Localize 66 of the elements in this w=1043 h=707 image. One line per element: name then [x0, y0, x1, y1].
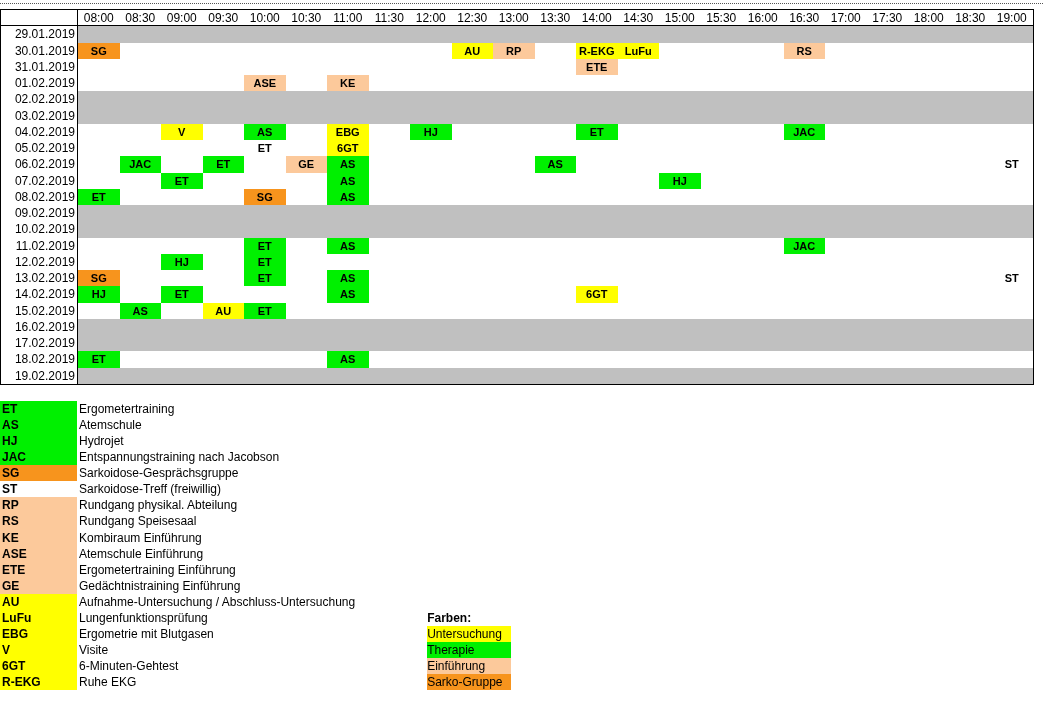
- legend-description: Rundgang Speisesaal: [79, 513, 198, 530]
- legend-description: Ergometrie mit Blutgasen: [79, 626, 215, 643]
- event-cell: AS: [327, 351, 369, 368]
- event-cell: HJ: [78, 286, 120, 303]
- date-cell: 31.01.2019: [1, 58, 78, 75]
- event-cell: 6GT: [327, 140, 369, 157]
- legend-code: V: [0, 642, 77, 659]
- legend-code: RS: [0, 513, 77, 530]
- date-cell: 01.02.2019: [1, 75, 78, 92]
- event-cell: ET: [161, 172, 203, 189]
- legend-description: Atemschule: [79, 416, 143, 433]
- event-cell: ET: [244, 302, 286, 319]
- color-key: Untersuchung: [427, 626, 512, 643]
- event-cell: ET: [202, 156, 244, 173]
- color-key: Therapie: [427, 642, 512, 659]
- legend-description: Aufnahme-Untersuchung / Abschluss-Untersuchung: [79, 593, 356, 610]
- event-cell: AS: [327, 270, 369, 287]
- event-cell: JAC: [119, 156, 161, 173]
- date-cell: 15.02.2019: [1, 302, 78, 319]
- legend-code: SG: [0, 465, 77, 482]
- date-cell: 12.02.2019: [1, 253, 78, 270]
- legend-code: RP: [0, 497, 77, 514]
- event-cell: KE: [327, 75, 369, 92]
- legend-description: Lungenfunktionsprüfung: [79, 609, 209, 627]
- event-cell: HJ: [161, 253, 203, 270]
- legend-description: Hydrojet: [79, 432, 125, 450]
- date-cell: 07.02.2019: [1, 172, 78, 189]
- event-cell: ET: [244, 270, 286, 287]
- event-cell: ASE: [244, 75, 286, 92]
- legend-description: Ergometertraining Einführung: [79, 561, 237, 578]
- event-cell: AS: [119, 302, 161, 319]
- event-cell: AU: [202, 302, 244, 319]
- event-cell: 6GT: [576, 286, 618, 303]
- legend-description: Sarkoidose-Treff (freiwillig): [79, 481, 223, 498]
- legend-description: Entspannungstraining nach Jacobson: [79, 449, 281, 466]
- legend-description: 6-Minuten-Gehtest: [79, 658, 180, 675]
- event-cell: HJ: [659, 172, 701, 189]
- legend-description: Ergometertraining: [79, 400, 176, 417]
- legend-code: JAC: [0, 449, 77, 466]
- legend-description: Rundgang physikal. Abteilung: [79, 497, 239, 514]
- legend-code: ET: [0, 400, 77, 417]
- event-cell: ET: [78, 351, 120, 368]
- date-cell: 05.02.2019: [1, 140, 78, 157]
- event-cell: ET: [161, 286, 203, 303]
- event-cell: GE: [285, 156, 327, 173]
- date-cell: 04.02.2019: [1, 123, 78, 140]
- legend-code: R-EKG: [0, 674, 77, 691]
- colors-title: Farben:: [427, 610, 473, 627]
- date-cell: 06.02.2019: [1, 156, 78, 173]
- date-cell: 11.02.2019: [1, 237, 78, 254]
- event-cell: AS: [327, 286, 369, 303]
- legend-code: EBG: [0, 626, 77, 643]
- event-cell: ET: [78, 188, 120, 205]
- legend-description: Kombiraum Einführung: [79, 529, 203, 546]
- legend-code: 6GT: [0, 658, 77, 675]
- event-cell: AS: [534, 156, 576, 173]
- event-cell: SG: [244, 188, 286, 205]
- event-cell: SG: [78, 270, 120, 287]
- color-key: Einführung: [427, 658, 512, 675]
- legend-description: Atemschule Einführung: [79, 545, 205, 562]
- legend-description: Ruhe EKG: [79, 674, 138, 691]
- legend-description: Sarkoidose-Gesprächsgruppe: [79, 465, 240, 482]
- event-cell: AS: [327, 156, 369, 173]
- legend-description: Gedächtnistraining Einführung: [79, 577, 242, 594]
- color-key: Sarko-Gruppe: [427, 674, 512, 691]
- legend-description: Visite: [79, 642, 110, 659]
